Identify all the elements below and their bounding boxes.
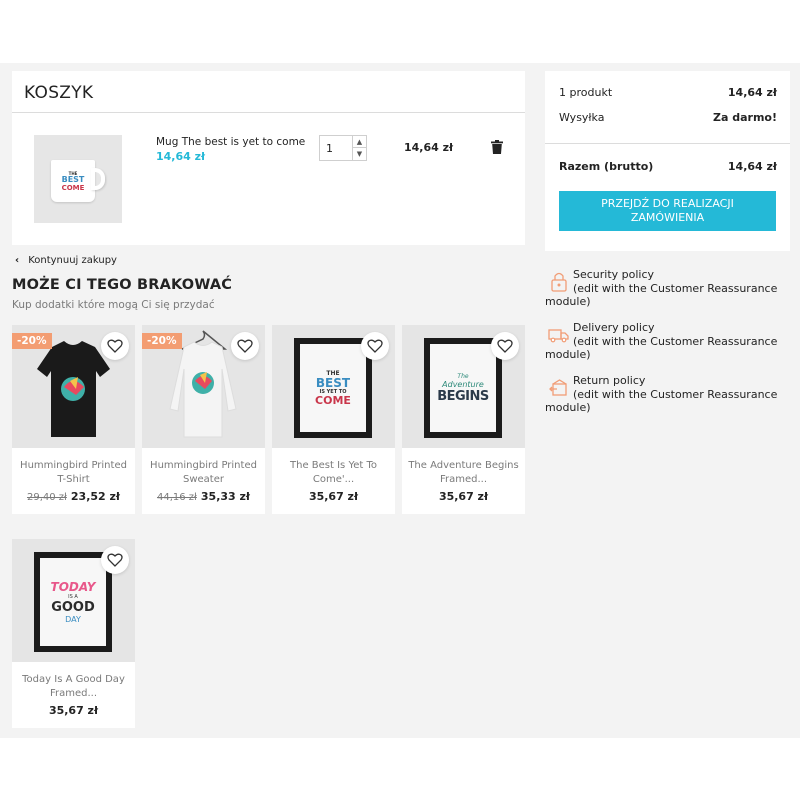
trash-icon[interactable] [491,140,503,154]
old-price: 44,16 zł [156,492,197,503]
summary-products-value: 14,64 zł [727,86,777,99]
heart-icon [107,339,123,353]
reassurance-return: Return policy (edit with the Customer Re… [545,374,790,415]
quantity-decrease-button[interactable]: ▼ [352,148,366,160]
reassurance-security: Security policy (edit with the Customer … [545,268,790,309]
cart-item-thumbnail[interactable]: THE BEST COME [34,135,122,223]
chevron-left-icon: ‹ [15,255,20,266]
crosssell-title: MOŻE CI TEGO BRAKOWAĆ [12,277,233,293]
product-card[interactable]: -20% Hummingbird Printed T-Shirt 29,40 z… [12,325,135,514]
reassurance-title: Return policy [573,374,646,387]
summary-shipping-row: Wysyłka Za darmo! [559,111,777,124]
mug-text-come: COME [61,183,85,192]
wishlist-button[interactable] [361,332,389,360]
reassurance-title: Delivery policy [573,321,655,334]
poster-text-4: DAY [65,615,81,624]
product-price: 35,67 zł [48,704,99,717]
summary-shipping-value: Za darmo! [713,111,777,124]
cart-item-price: 14,64 zł [156,150,206,163]
cart-container: KOSZYK THE BEST COME Mug The best is yet… [12,71,525,245]
summary-shipping-label: Wysyłka [559,111,605,124]
reassurance-sub: (edit with the Customer Reassurance modu… [545,334,778,362]
summary-total-row: Razem (brutto) 14,64 zł [559,160,777,173]
poster-text-4: COME [315,393,351,407]
heart-icon [497,339,513,353]
return-box-icon [549,379,567,396]
product-card[interactable]: The Adventure BEGINS The Adventure Begin… [402,325,525,514]
heart-icon [367,339,383,353]
cart-summary: 1 produkt 14,64 zł Wysyłka Za darmo! Raz… [545,71,790,251]
poster-text-2: BEST [315,375,351,390]
old-price: 29,40 zł [26,492,67,503]
poster-text-2: Adventure [442,379,484,389]
product-card[interactable]: TODAY IS A GOOD DAY Today Is A Good Day … [12,539,135,728]
heart-icon [107,553,123,567]
wishlist-button[interactable] [101,546,129,574]
reassurance-sub: (edit with the Customer Reassurance modu… [545,387,778,415]
product-price: 23,52 zł [70,490,120,503]
product-price: 35,67 zł [308,490,359,503]
product-price: 35,67 zł [438,490,489,503]
mug-text-best: BEST [61,174,85,184]
crosssell-subtitle: Kup dodatki które mogą Ci się przydać [12,299,215,311]
continue-shopping-link[interactable]: ‹ Kontynuuj zakupy [15,255,117,266]
product-name[interactable]: The Best Is Yet To Come'... [276,459,391,487]
product-price-row: 44,16 zł 35,33 zł [142,490,265,503]
summary-products-row: 1 produkt 14,64 zł [559,86,777,99]
wishlist-button[interactable] [101,332,129,360]
summary-products-label: 1 produkt [559,86,613,99]
summary-total-value: 14,64 zł [727,160,777,173]
quantity-stepper[interactable]: 1 ▲ ▼ [319,135,367,161]
product-card[interactable]: -20% Hummingbird Printed Sweater 44,16 z… [142,325,265,514]
checkout-button[interactable]: PRZEJDŹ DO REALIZACJI ZAMÓWIENIA [559,191,776,231]
product-price-row: 29,40 zł 23,52 zł [12,490,135,503]
lock-icon [551,272,567,292]
continue-shopping-label: Kontynuuj zakupy [28,255,117,266]
framed-poster-image: THE BEST IS YET TO COME [294,338,372,438]
wishlist-button[interactable] [491,332,519,360]
truck-icon [548,329,569,343]
heart-icon [237,339,253,353]
quantity-increase-button[interactable]: ▲ [352,136,366,148]
mug-image: THE BEST COME [51,156,105,202]
cart-divider [12,112,525,113]
product-card[interactable]: THE BEST IS YET TO COME The Best Is Yet … [272,325,395,514]
poster-text-3: BEGINS [437,388,489,404]
summary-total-label: Razem (brutto) [559,160,654,173]
summary-divider [545,143,790,144]
checkout-label-line2: ZAMÓWIENIA [630,211,705,224]
framed-poster-image: The Adventure BEGINS [424,338,502,438]
product-price: 35,33 zł [200,490,250,503]
product-name[interactable]: Today Is A Good Day Framed... [16,673,131,701]
framed-poster-image: TODAY IS A GOOD DAY [34,552,112,652]
discount-badge: -20% [12,333,52,349]
reassurance-delivery: Delivery policy (edit with the Customer … [545,321,790,362]
checkout-label-line1: PRZEJDŹ DO REALIZACJI [601,197,734,210]
product-name[interactable]: The Adventure Begins Framed... [406,459,521,487]
poster-text-1: TODAY [50,580,96,594]
cart-title: KOSZYK [24,83,94,103]
cart-line-total: 14,64 zł [404,141,454,154]
reassurance-sub: (edit with the Customer Reassurance modu… [545,281,778,309]
quantity-input[interactable]: 1 [326,142,333,155]
poster-text-3: GOOD [51,600,95,615]
wishlist-button[interactable] [231,332,259,360]
discount-badge: -20% [142,333,182,349]
poster-text-1: The [457,372,469,380]
reassurance-title: Security policy [573,268,655,281]
cart-item-name[interactable]: Mug The best is yet to come [156,136,305,148]
product-name[interactable]: Hummingbird Printed T-Shirt [16,459,131,487]
product-name[interactable]: Hummingbird Printed Sweater [146,459,261,487]
